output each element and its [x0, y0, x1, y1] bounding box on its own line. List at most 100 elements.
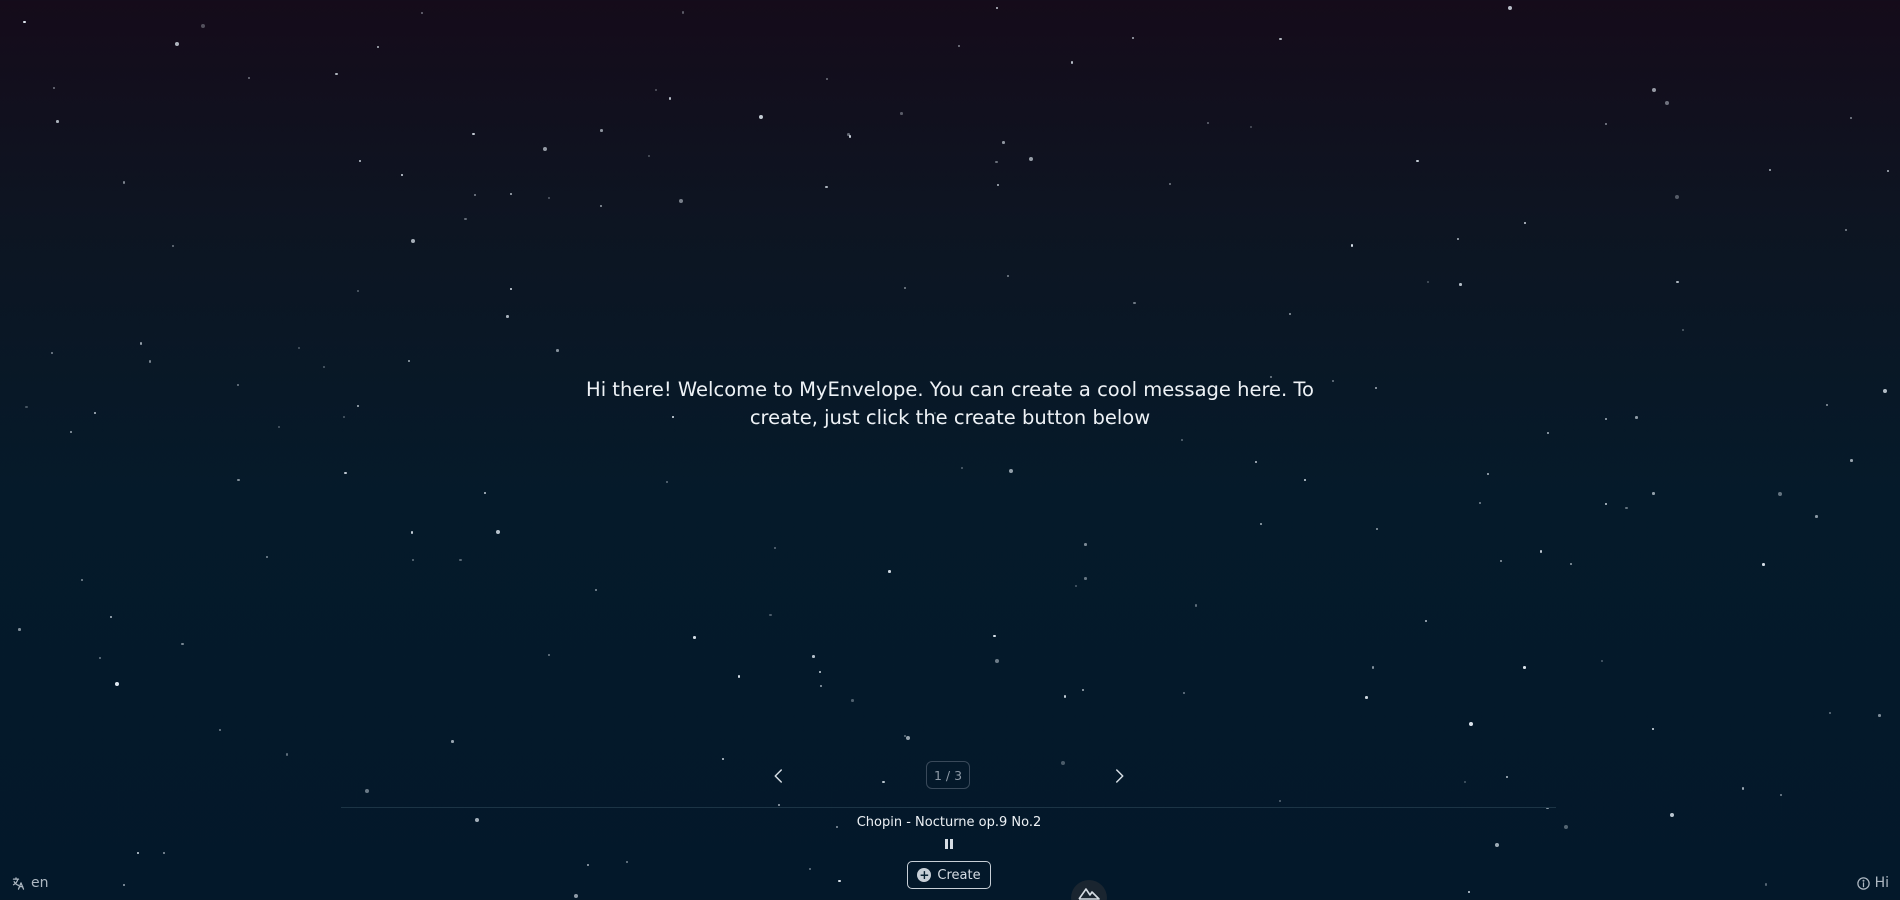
star — [594, 588, 597, 591]
star — [1741, 787, 1745, 790]
star — [818, 671, 821, 674]
star — [322, 366, 325, 369]
star — [1777, 492, 1782, 497]
star — [356, 289, 360, 293]
star — [496, 530, 501, 535]
info-button[interactable]: Hi — [1856, 873, 1889, 893]
star — [1635, 416, 1638, 419]
star — [365, 788, 370, 793]
star — [506, 315, 509, 318]
star — [847, 133, 850, 136]
star — [509, 192, 512, 195]
star — [25, 405, 28, 409]
star — [472, 132, 475, 136]
star — [139, 342, 143, 345]
star — [1779, 793, 1782, 796]
star — [993, 634, 996, 638]
star — [1074, 584, 1078, 588]
star — [459, 558, 462, 562]
star — [1303, 478, 1306, 481]
song-title: Chopin - Nocturne op.9 No.2 — [856, 815, 1042, 830]
star — [1180, 438, 1183, 441]
star — [1424, 619, 1427, 622]
star — [808, 868, 811, 871]
star — [1605, 417, 1608, 420]
star — [56, 120, 59, 123]
star — [1279, 799, 1282, 802]
star — [475, 817, 480, 822]
star — [69, 430, 73, 434]
star — [1002, 141, 1005, 144]
star — [109, 615, 112, 618]
star — [777, 804, 780, 807]
star — [122, 883, 126, 887]
star — [1288, 312, 1292, 316]
star — [1060, 760, 1065, 765]
app-logo[interactable] — [1071, 880, 1107, 900]
star — [451, 740, 454, 743]
star — [1651, 88, 1656, 93]
pause-button[interactable] — [939, 836, 959, 852]
star — [1468, 891, 1471, 894]
star — [99, 656, 102, 659]
star — [1883, 388, 1888, 393]
star — [996, 7, 999, 10]
star — [625, 861, 628, 864]
star — [278, 425, 281, 428]
star — [1070, 61, 1074, 64]
star — [115, 681, 120, 686]
next-page-button[interactable] — [1107, 764, 1131, 788]
mountain-logo-icon — [1078, 888, 1100, 900]
star — [737, 675, 741, 678]
star — [906, 736, 911, 741]
star — [1605, 503, 1608, 506]
star — [23, 20, 26, 24]
star — [1762, 563, 1765, 566]
star — [464, 217, 467, 221]
star — [994, 658, 999, 663]
star — [1007, 275, 1010, 278]
star — [1063, 695, 1067, 698]
star — [773, 546, 776, 549]
star — [1887, 170, 1890, 173]
previous-page-button[interactable] — [767, 764, 791, 788]
star — [1768, 168, 1771, 171]
star — [958, 44, 961, 47]
star — [1468, 721, 1473, 726]
star — [1249, 125, 1252, 128]
star — [51, 351, 54, 354]
create-button[interactable]: + Create — [907, 861, 991, 889]
star — [1376, 528, 1378, 531]
star — [1681, 328, 1685, 332]
star — [721, 757, 725, 761]
star — [1084, 577, 1087, 580]
language-selector[interactable]: en — [11, 873, 49, 893]
star — [1478, 501, 1482, 505]
star — [586, 864, 589, 867]
star — [483, 491, 486, 494]
star — [1168, 182, 1172, 186]
star — [1084, 543, 1087, 546]
star — [509, 288, 512, 291]
star — [136, 852, 139, 855]
star — [997, 184, 1000, 187]
pause-icon — [945, 839, 953, 849]
star — [1254, 460, 1258, 464]
star — [1674, 194, 1679, 199]
star — [1625, 506, 1628, 510]
star — [342, 416, 345, 419]
star — [377, 45, 380, 48]
star — [344, 471, 347, 475]
info-icon — [1856, 876, 1870, 890]
star — [903, 286, 907, 290]
music-divider — [341, 807, 1556, 808]
chevron-left-icon — [774, 769, 782, 783]
info-label: Hi — [1874, 875, 1889, 891]
star — [420, 11, 424, 15]
star — [547, 654, 550, 657]
star — [1350, 244, 1354, 247]
star — [900, 112, 903, 115]
star — [574, 894, 579, 899]
star — [237, 478, 240, 482]
star — [851, 699, 854, 702]
